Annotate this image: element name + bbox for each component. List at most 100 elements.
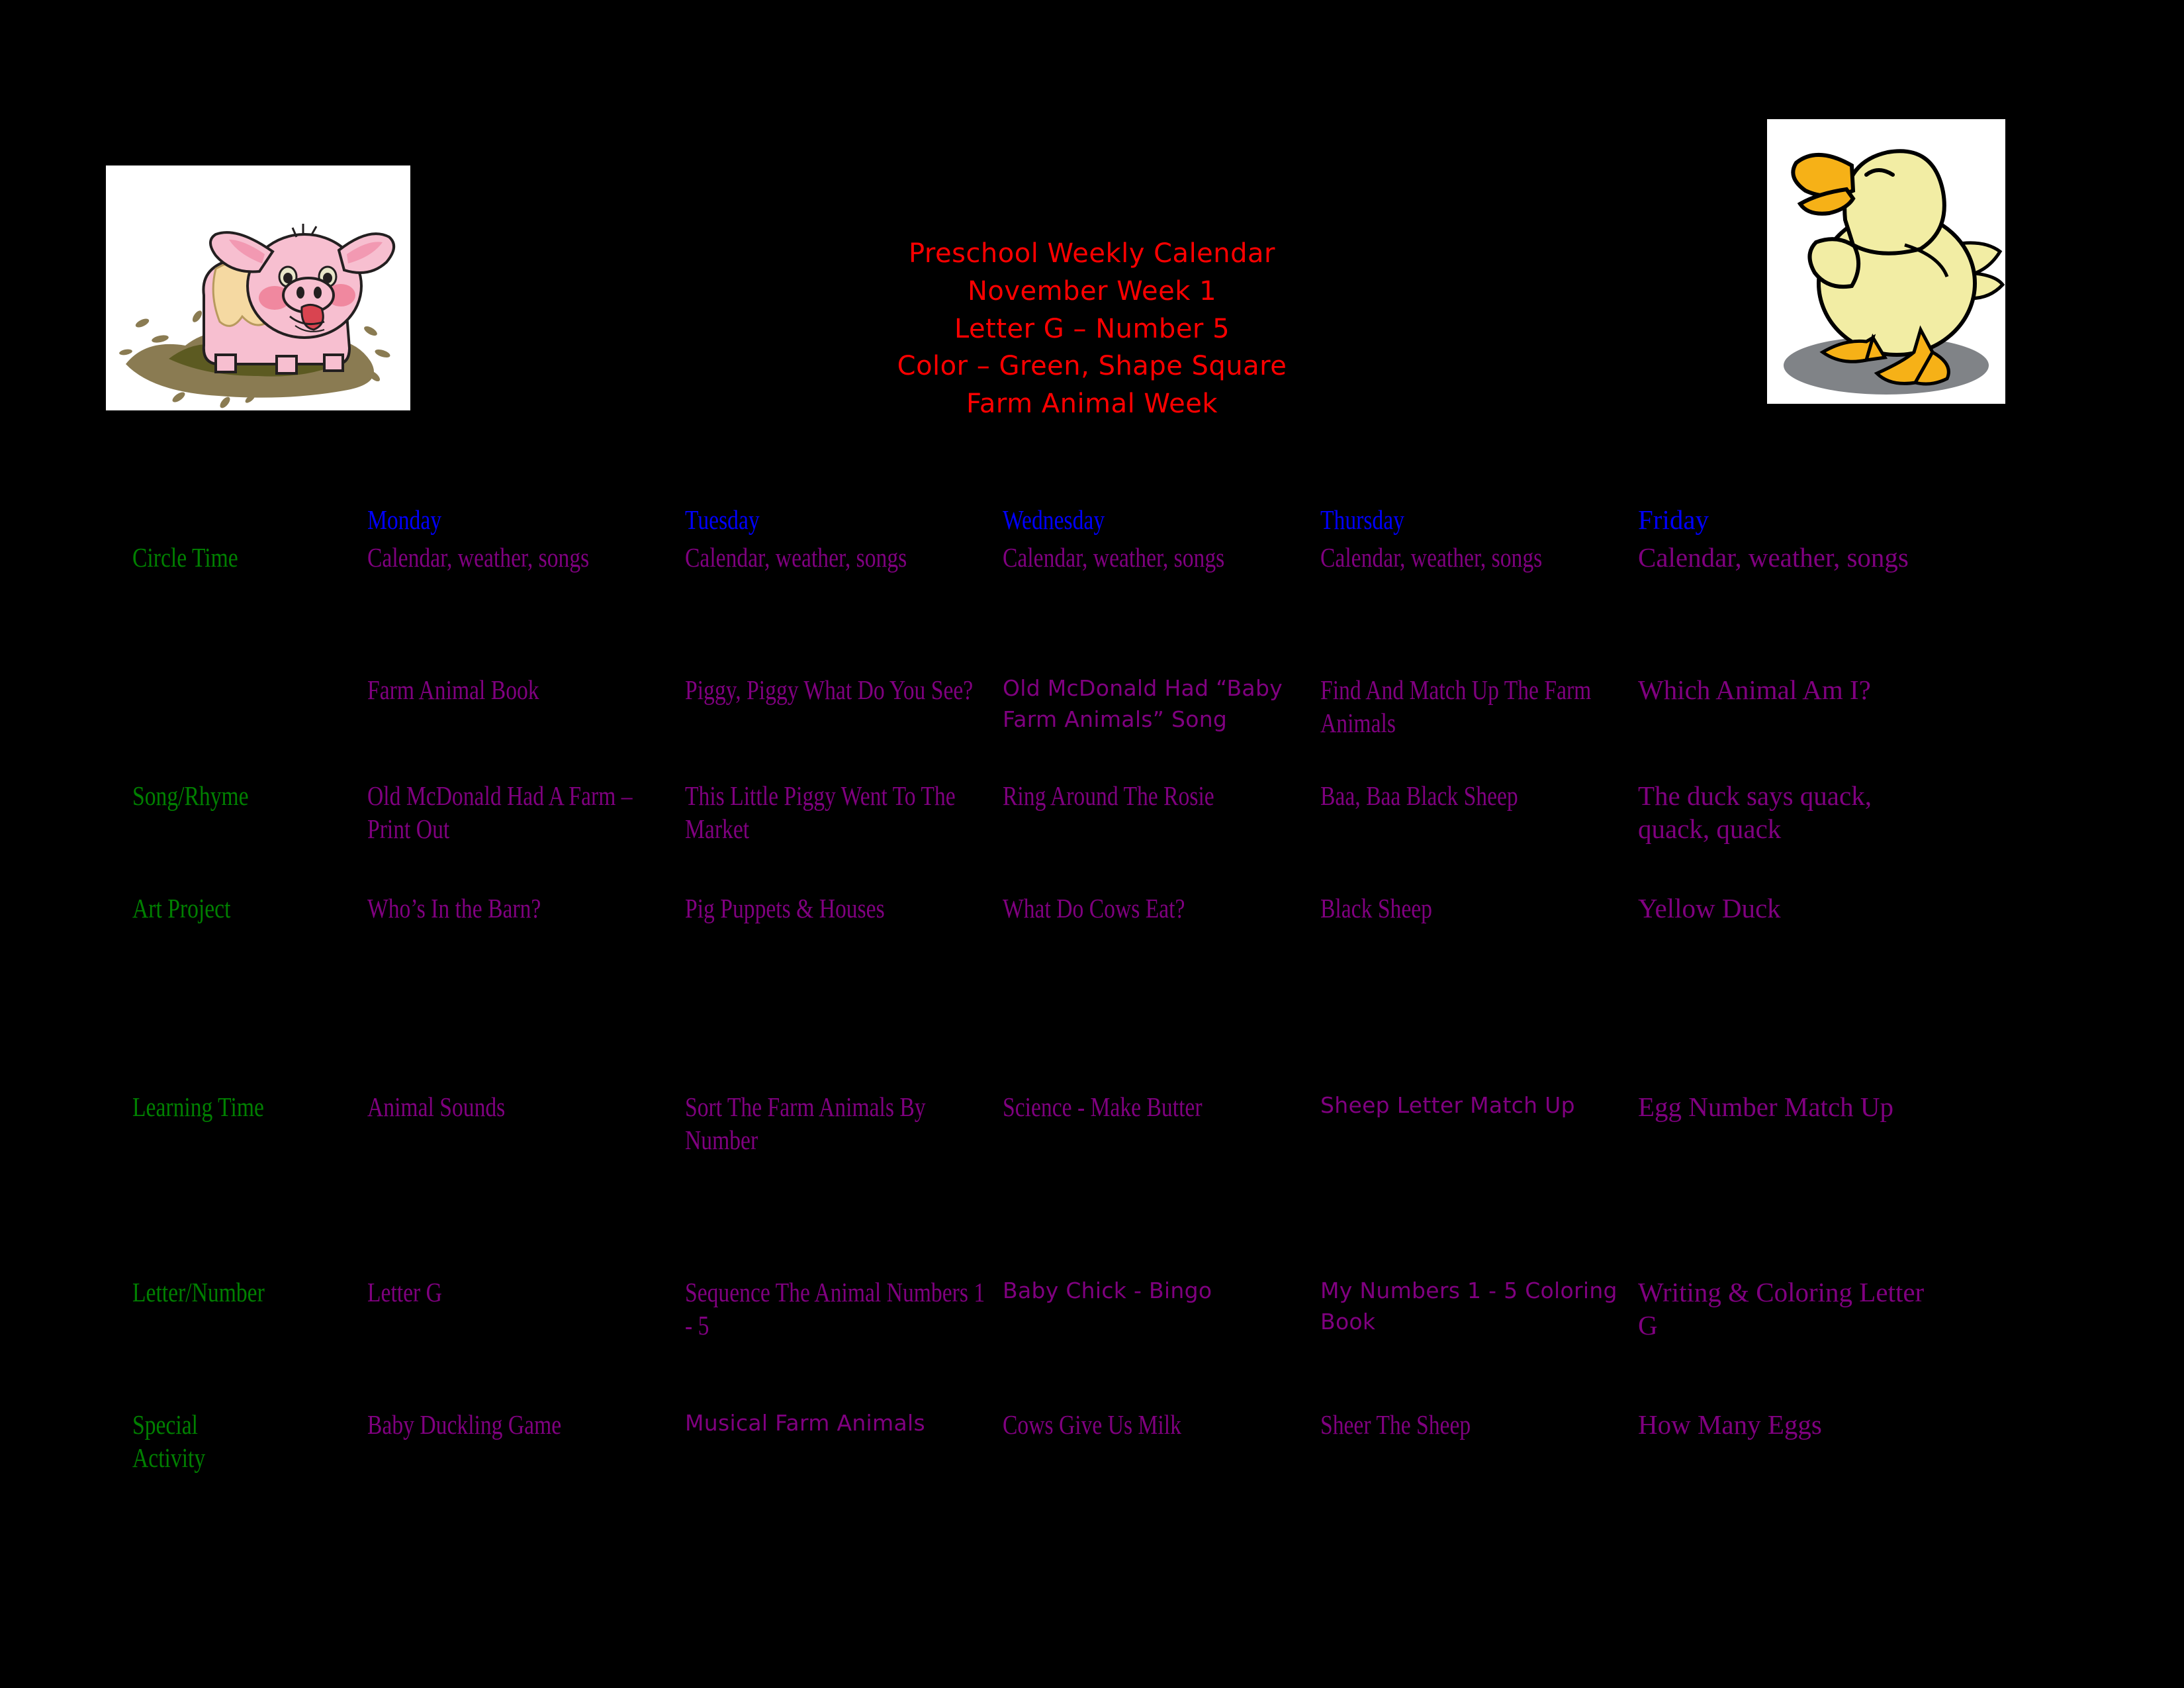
cell-letter-monday: Letter G: [367, 1276, 685, 1309]
day-header-friday: Friday: [1638, 506, 1956, 534]
cell-text: How Many Eggs: [1638, 1409, 1822, 1440]
cell-text: Sequence The Animal Numbers 1 - 5: [685, 1277, 985, 1341]
cell-text: Calendar, weather, songs: [1003, 542, 1225, 573]
cell-story-wednesday: Old McDonald Had “Baby Farm Animals” Son…: [1003, 673, 1320, 735]
cell-learning-monday: Animal Sounds: [367, 1090, 685, 1123]
row-label-text: Letter/Number: [132, 1277, 265, 1307]
cell-text: Who’s In the Barn?: [367, 893, 541, 923]
cell-text: Which Animal Am I?: [1638, 675, 1871, 705]
cell-special-monday: Baby Duckling Game: [367, 1408, 685, 1441]
page-title: Preschool Weekly Calendar November Week …: [728, 235, 1456, 423]
cell-art-thursday: Black Sheep: [1320, 892, 1638, 925]
title-line-3: Letter G – Number 5: [954, 313, 1230, 344]
table-row: Letter/Number Letter G Sequence The Anim…: [132, 1276, 2091, 1408]
cell-art-tuesday: Pig Puppets & Houses: [685, 892, 1003, 925]
day-header-thursday: Thursday: [1320, 506, 1638, 534]
cell-song-tuesday: This Little Piggy Went To The Market: [685, 779, 1003, 845]
cell-text: Old McDonald Had “Baby Farm Animals” Son…: [1003, 675, 1283, 732]
cell-song-wednesday: Ring Around The Rosie: [1003, 779, 1320, 812]
cell-story-friday: Which Animal Am I?: [1638, 673, 1956, 706]
cell-text: Old McDonald Had A Farm – Print Out: [367, 780, 633, 845]
table-row: Learning Time Animal Sounds Sort The Far…: [132, 1090, 2091, 1276]
cell-text: Science - Make Butter: [1003, 1092, 1203, 1122]
day-header-label: Thursday: [1320, 504, 1404, 535]
cell-song-thursday: Baa, Baa Black Sheep: [1320, 779, 1638, 812]
cell-text: Sort The Farm Animals By Number: [685, 1092, 926, 1156]
table-row: Farm Animal Book Piggy, Piggy What Do Yo…: [132, 673, 2091, 779]
cell-text: My Numbers 1 - 5 Coloring Book: [1320, 1278, 1617, 1335]
cell-circle-time-wednesday: Calendar, weather, songs: [1003, 541, 1320, 574]
cell-circle-time-tuesday: Calendar, weather, songs: [685, 541, 1003, 574]
cell-art-monday: Who’s In the Barn?: [367, 892, 685, 925]
row-label-song-rhyme: Song/Rhyme: [132, 779, 367, 812]
cell-special-tuesday: Musical Farm Animals: [685, 1408, 1003, 1439]
cell-art-friday: Yellow Duck: [1638, 892, 1956, 925]
table-row: Special Activity Baby Duckling Game Musi…: [132, 1408, 2091, 1514]
pig-illustration: [119, 224, 395, 408]
cell-special-wednesday: Cows Give Us Milk: [1003, 1408, 1320, 1441]
cell-text: Baby Duckling Game: [367, 1409, 562, 1440]
row-label-text: Song/Rhyme: [132, 780, 249, 811]
cell-letter-wednesday: Baby Chick - Bingo: [1003, 1276, 1320, 1307]
cell-story-monday: Farm Animal Book: [367, 673, 685, 706]
cell-text: Calendar, weather, songs: [1320, 542, 1543, 573]
cell-learning-tuesday: Sort The Farm Animals By Number: [685, 1090, 1003, 1156]
duck-illustration: [1784, 149, 2005, 395]
cell-text: Farm Animal Book: [367, 675, 539, 705]
cell-text: Calendar, weather, songs: [685, 542, 907, 573]
day-header-tuesday: Tuesday: [685, 506, 1003, 534]
yellow-duckling-clipart: [1767, 119, 2005, 404]
cell-letter-friday: Writing & Coloring Letter G: [1638, 1276, 1956, 1342]
cell-learning-wednesday: Science - Make Butter: [1003, 1090, 1320, 1123]
cell-text: Egg Number Match Up: [1638, 1092, 1893, 1122]
cell-special-friday: How Many Eggs: [1638, 1408, 1956, 1441]
cell-text: Find And Match Up The Farm Animals: [1320, 675, 1592, 739]
cell-circle-time-friday: Calendar, weather, songs: [1638, 541, 1956, 574]
cell-song-friday: The duck says quack, quack, quack: [1638, 779, 1956, 845]
cell-letter-thursday: My Numbers 1 - 5 Coloring Book: [1320, 1276, 1638, 1338]
cell-learning-friday: Egg Number Match Up: [1638, 1090, 1956, 1123]
row-label-text: Learning Time: [132, 1092, 264, 1122]
cell-text: Sheep Letter Match Up: [1320, 1092, 1575, 1118]
table-row: Song/Rhyme Old McDonald Had A Farm – Pri…: [132, 779, 2091, 892]
cell-text: Piggy, Piggy What Do You See?: [685, 675, 974, 705]
cell-circle-time-thursday: Calendar, weather, songs: [1320, 541, 1638, 574]
cell-learning-thursday: Sheep Letter Match Up: [1320, 1090, 1638, 1121]
day-header-monday: Monday: [367, 506, 685, 534]
day-header-label: Tuesday: [685, 504, 760, 535]
cell-text: Baa, Baa Black Sheep: [1320, 780, 1518, 811]
cell-text: Baby Chick - Bingo: [1003, 1278, 1212, 1303]
cell-text: Animal Sounds: [367, 1092, 506, 1122]
cell-text: Writing & Coloring Letter G: [1638, 1277, 1925, 1341]
row-label-circle-time: Circle Time: [132, 541, 367, 574]
pig-in-mud-clipart: [106, 165, 410, 410]
row-label-text: Special Activity: [132, 1409, 206, 1474]
cell-letter-tuesday: Sequence The Animal Numbers 1 - 5: [685, 1276, 1003, 1342]
cell-text: What Do Cows Eat?: [1003, 893, 1185, 923]
row-label-letter-number: Letter/Number: [132, 1276, 367, 1309]
cell-text: Black Sheep: [1320, 893, 1432, 923]
row-label-text: Circle Time: [132, 542, 238, 573]
day-header-wednesday: Wednesday: [1003, 506, 1320, 534]
row-label-art-project: Art Project: [132, 892, 367, 925]
cell-text: Ring Around The Rosie: [1003, 780, 1214, 811]
title-line-1: Preschool Weekly Calendar: [908, 238, 1275, 269]
day-header-label: Monday: [367, 504, 442, 535]
cell-special-thursday: Sheer The Sheep: [1320, 1408, 1638, 1441]
cell-text: Cows Give Us Milk: [1003, 1409, 1181, 1440]
cell-text: Sheer The Sheep: [1320, 1409, 1471, 1440]
cell-song-monday: Old McDonald Had A Farm – Print Out: [367, 779, 685, 845]
row-label-learning-time: Learning Time: [132, 1090, 367, 1123]
cell-text: Pig Puppets & Houses: [685, 893, 885, 923]
table-row: Art Project Who’s In the Barn? Pig Puppe…: [132, 892, 2091, 1090]
cell-story-thursday: Find And Match Up The Farm Animals: [1320, 673, 1638, 739]
cell-text: The duck says quack, quack, quack: [1638, 780, 1872, 845]
cell-text: Calendar, weather, songs: [1638, 542, 1909, 573]
day-header-row: Monday Tuesday Wednesday Thursday Friday: [132, 506, 2091, 541]
cell-text: Calendar, weather, songs: [367, 542, 590, 573]
row-label-text: Art Project: [132, 893, 231, 923]
table-row: Circle Time Calendar, weather, songs Cal…: [132, 541, 2091, 673]
title-line-5: Farm Animal Week: [966, 389, 1218, 420]
weekly-calendar-table: Monday Tuesday Wednesday Thursday Friday…: [132, 506, 2091, 1514]
day-header-label: Friday: [1638, 504, 1709, 535]
